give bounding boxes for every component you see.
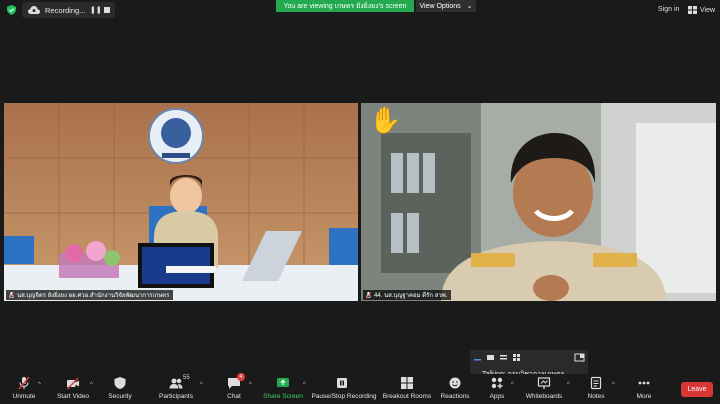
pause-stop-recording-button[interactable]: Pause/Stop Recording <box>311 376 377 400</box>
sign-in-link[interactable]: Sign in <box>658 6 679 13</box>
participant-name-tag: นส.บุญจิตร ยังยิ่งยง ผอ.ศวอ.สำนักงานวิจั… <box>6 290 174 300</box>
view-label: View <box>700 6 716 14</box>
apps-icon <box>491 377 503 389</box>
video-off-icon <box>66 377 79 390</box>
apps-label: Apps <box>489 393 505 400</box>
raised-hand-icon: ✋ <box>369 105 402 135</box>
chevron-up-icon[interactable]: ^ <box>38 382 41 388</box>
whiteboards-icon <box>537 377 551 389</box>
participant-name: 44. นส.บุญฐาคอม ดีรัก สวพ. <box>374 293 448 299</box>
viewing-screen-banner: You are viewing เกษตร ยังยิ่งยง's screen <box>276 0 414 12</box>
security-label: Security <box>108 393 132 400</box>
shield-icon <box>114 377 126 389</box>
reactions-icon <box>449 377 461 389</box>
mic-muted-icon <box>9 291 14 299</box>
security-button[interactable]: Security <box>90 376 150 400</box>
breakout-rooms-label: Breakout Rooms <box>382 393 432 400</box>
participants-button[interactable]: 55 Participants <box>146 375 206 400</box>
leave-button[interactable]: Leave <box>681 382 713 397</box>
side-by-side-icon[interactable] <box>574 353 585 362</box>
breakout-rooms-icon <box>401 377 413 389</box>
share-screen-icon <box>277 378 289 387</box>
video-tile-right[interactable]: ✋ 44. นส.บุญฐาคอม ดีรัก สวพ. <box>361 103 716 301</box>
chevron-up-icon[interactable]: ^ <box>200 382 203 388</box>
pause-stop-icon <box>337 378 347 388</box>
reactions-label: Reactions <box>440 393 470 400</box>
video-tile-left[interactable]: นส.บุญจิตร ยังยิ่งยง ผอ.ศวอ.สำนักงานวิจั… <box>4 103 358 301</box>
more-label: More <box>636 393 652 400</box>
unmute-label: Unmute <box>12 393 36 400</box>
whiteboards-button[interactable]: Whiteboards <box>514 376 574 400</box>
recording-indicator: Recording... ❚❚ <box>22 2 115 18</box>
pause-recording-icon[interactable]: ❚❚ <box>90 6 102 14</box>
more-icon <box>638 381 650 385</box>
stop-recording-icon[interactable] <box>104 7 110 13</box>
participants-icon <box>169 378 183 389</box>
share-screen-button[interactable]: Share Screen <box>253 376 313 400</box>
participant-name: นส.บุญจิตร ยังยิ่งยง ผอ.ศวอ.สำนักงานวิจั… <box>17 293 170 299</box>
chat-icon: 4 <box>227 373 245 390</box>
gallery-view-icon[interactable] <box>512 353 521 362</box>
share-screen-label: Share Screen <box>263 393 303 400</box>
mic-muted-icon <box>18 376 30 390</box>
pause-stop-recording-label: Pause/Stop Recording <box>311 393 377 400</box>
participants-label: Participants <box>159 393 193 400</box>
view-options-button[interactable]: View Options ⌄ <box>416 0 476 12</box>
shield-icon[interactable] <box>7 5 16 15</box>
recording-label: Recording... <box>45 5 86 15</box>
video-feed-conference-room <box>4 103 358 301</box>
strip-view-icon[interactable] <box>499 353 508 362</box>
chevron-up-icon[interactable]: ^ <box>249 382 252 388</box>
whiteboards-label: Whiteboards <box>525 393 563 400</box>
start-video-label: Start Video <box>56 393 90 400</box>
more-button[interactable]: More <box>614 376 674 400</box>
mic-muted-icon <box>366 291 371 299</box>
view-options-label: View Options <box>419 2 461 10</box>
notes-icon <box>590 376 602 390</box>
notes-label: Notes <box>587 393 605 400</box>
participant-count: 55 <box>183 375 190 381</box>
view-button[interactable]: View <box>688 6 715 14</box>
meeting-toolbar: Unmute ^ Start Video ^ Security 55 Parti… <box>0 373 720 404</box>
minimize-icon[interactable] <box>473 353 482 362</box>
chevron-up-icon[interactable]: ^ <box>303 382 306 388</box>
video-feed-participant <box>361 103 716 301</box>
top-bar: Recording... ❚❚ You are viewing เกษตร ยั… <box>0 0 720 20</box>
chat-badge: 4 <box>237 373 245 381</box>
gallery-grid-icon <box>688 6 697 14</box>
cloud-recording-icon <box>28 5 40 14</box>
speaker-view-icon[interactable] <box>486 353 495 362</box>
layout-switcher <box>470 350 588 364</box>
chat-label: Chat <box>227 393 241 400</box>
participant-name-tag: 44. นส.บุญฐาคอม ดีรัก สวพ. <box>363 290 452 300</box>
chevron-down-icon: ⌄ <box>466 3 473 10</box>
